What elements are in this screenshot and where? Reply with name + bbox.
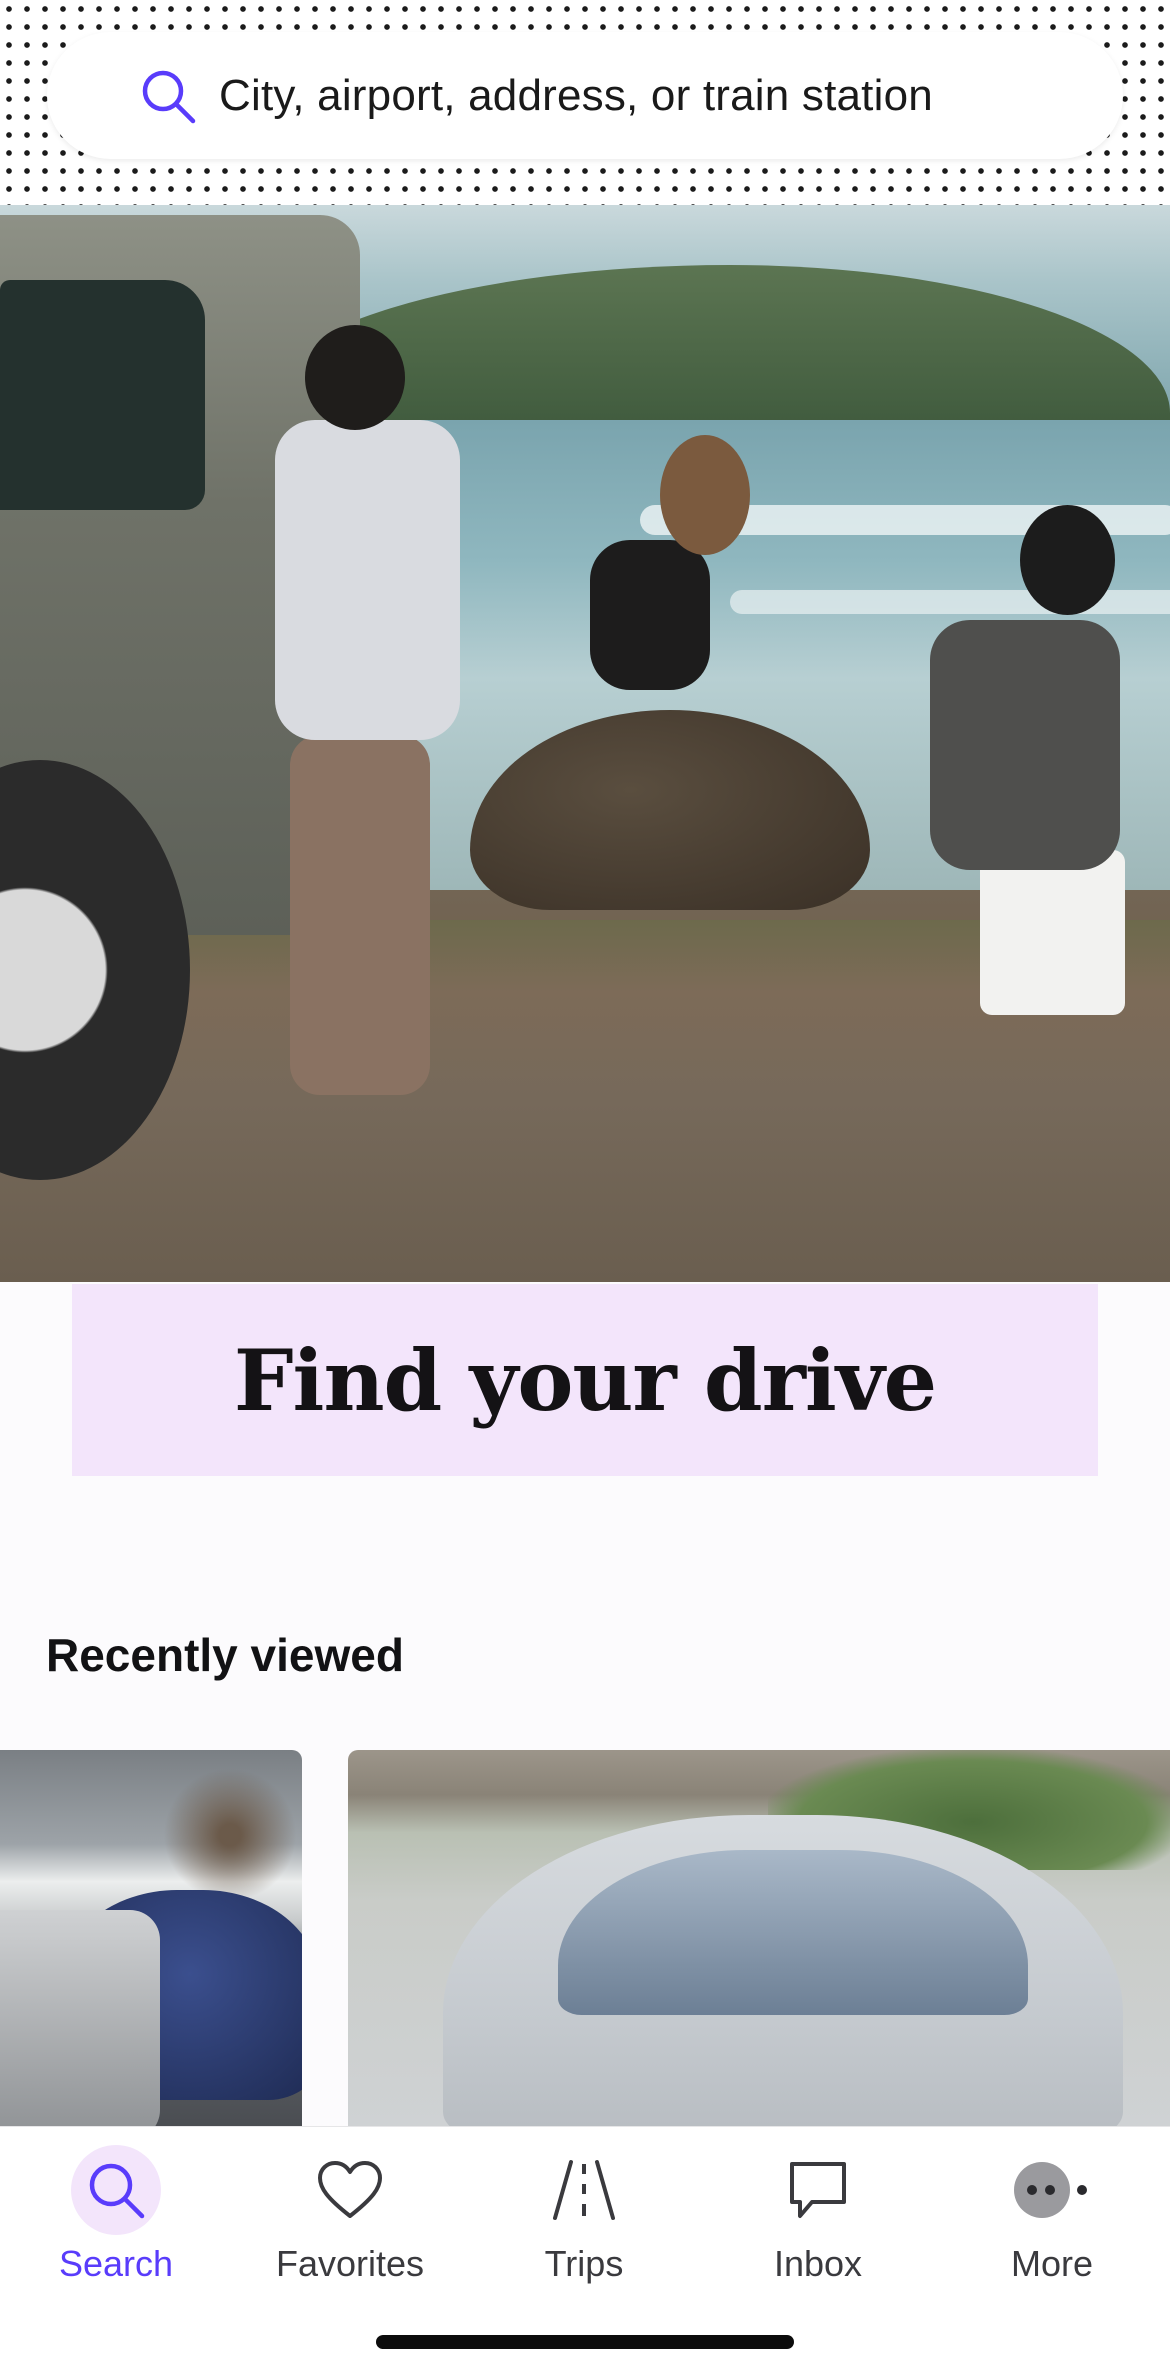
nav-label-more: More (1010, 2243, 1094, 2284)
recently-viewed-card[interactable] (0, 1750, 302, 2126)
search-icon (71, 2145, 161, 2235)
heart-icon (305, 2145, 395, 2235)
road-icon (539, 2145, 629, 2235)
chat-bubble-icon (773, 2145, 863, 2235)
nav-more[interactable]: More (937, 2145, 1167, 2295)
nav-inbox[interactable]: Inbox (703, 2145, 933, 2295)
search-placeholder: City, airport, address, or train station (219, 70, 933, 120)
more-dots-icon (1007, 2145, 1097, 2235)
search-bar[interactable]: City, airport, address, or train station (47, 32, 1123, 159)
nav-favorites[interactable]: Favorites (235, 2145, 465, 2295)
page-headline: Find your drive (233, 1330, 937, 1430)
nav-search[interactable]: Search (1, 2145, 231, 2295)
headline-banner: Find your drive (72, 1284, 1098, 1476)
nav-label-search: Search (58, 2243, 174, 2284)
nav-label-inbox: Inbox (773, 2243, 863, 2284)
recently-viewed-card[interactable] (348, 1750, 1170, 2126)
nav-trips[interactable]: Trips (469, 2145, 699, 2295)
home-indicator (376, 2335, 794, 2349)
nav-label-trips: Trips (544, 2243, 624, 2284)
nav-label-favorites: Favorites (275, 2243, 425, 2284)
search-icon (139, 67, 197, 125)
hero-image (0, 0, 1170, 1282)
recently-viewed-title: Recently viewed (46, 1629, 404, 1681)
